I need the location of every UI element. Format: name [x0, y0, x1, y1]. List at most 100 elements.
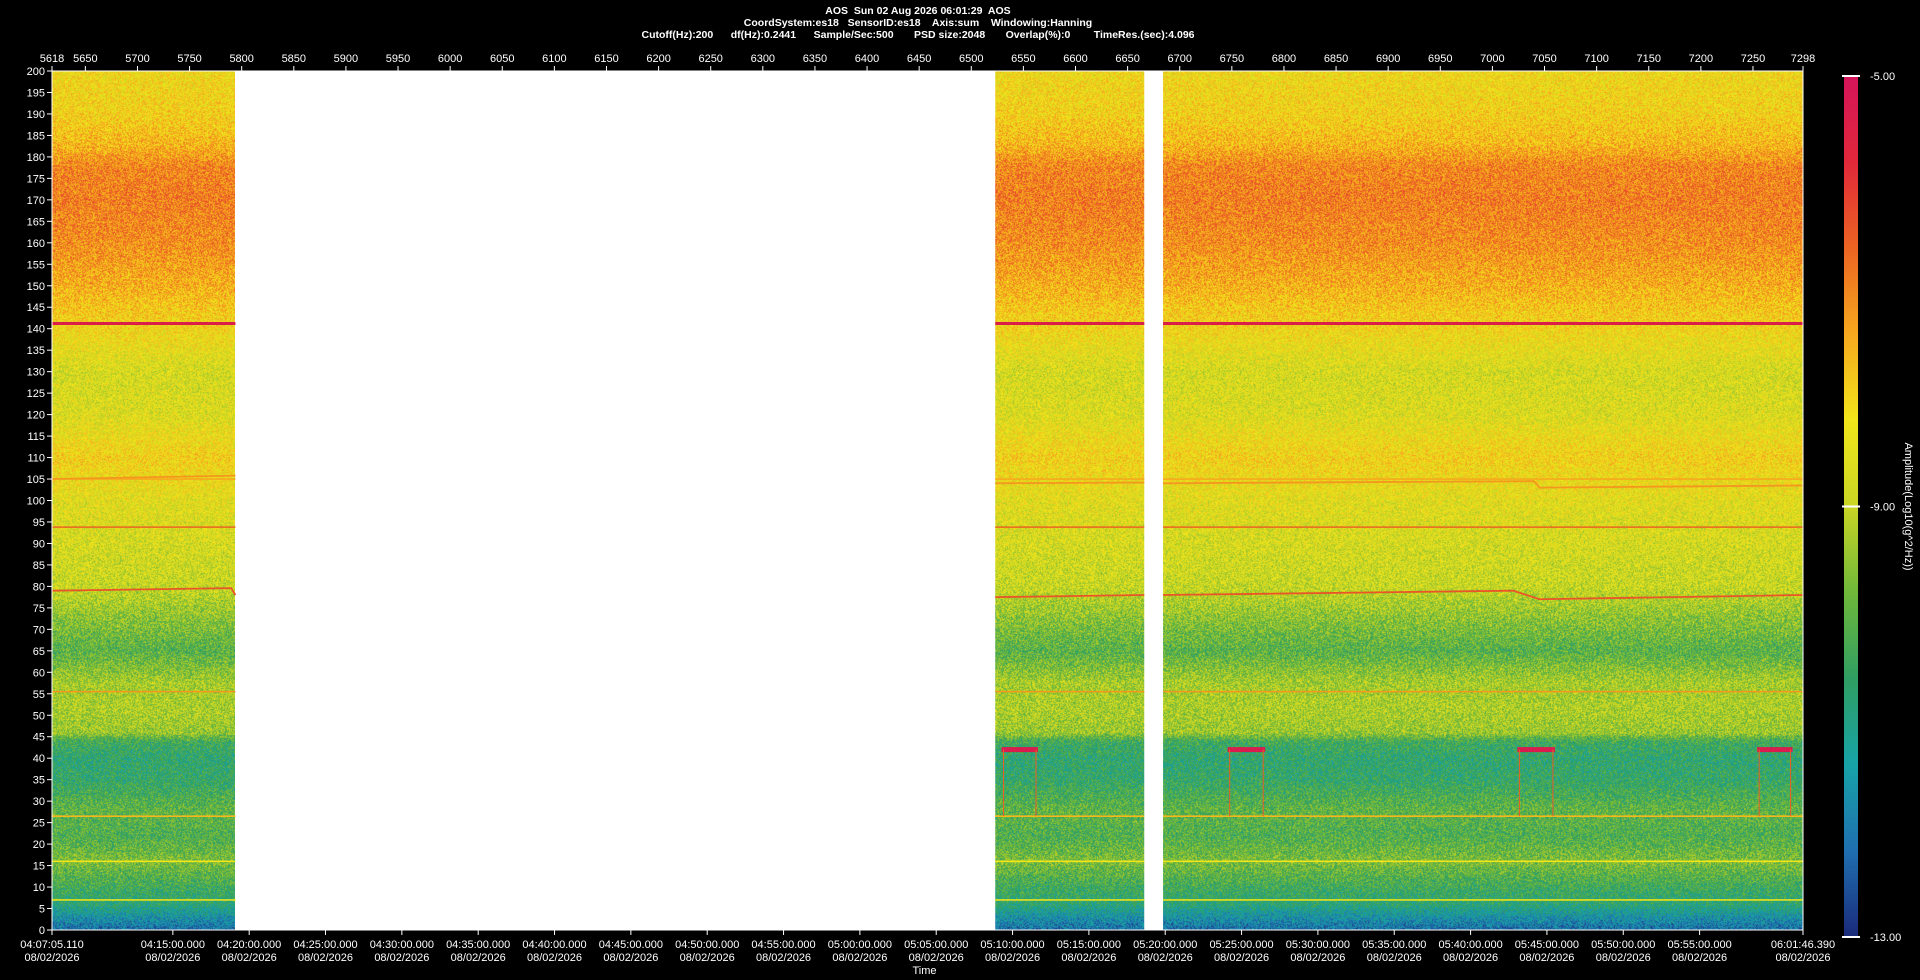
time-tick-date: 08/02/2026	[24, 952, 79, 964]
time-tick-date: 08/02/2026	[985, 952, 1040, 964]
top-tick-label: 5800	[229, 53, 253, 65]
top-tick-label: 5618	[40, 53, 64, 65]
time-tick-date: 08/02/2026	[680, 952, 735, 964]
y-tick-label: 105	[27, 474, 45, 486]
time-tick-label: 05:15:00.000	[1057, 939, 1121, 951]
colorbar-tick-label: -13.00	[1870, 932, 1901, 944]
top-tick-label: 6450	[907, 53, 931, 65]
time-tick-label: 04:55:00.000	[751, 939, 815, 951]
spectrogram-chart: 5618 5650 5700 5750 5800 5850 5900 5950 6000 6050…	[20, 53, 1914, 977]
time-tick-date: 08/02/2026	[1596, 952, 1651, 964]
y-tick-label: 65	[33, 646, 45, 658]
y-tick-label: 185	[27, 130, 45, 142]
x-axis-label: Time	[912, 965, 936, 977]
y-tick-label: 40	[33, 753, 45, 765]
y-tick-label: 120	[27, 410, 45, 422]
top-tick-label: 6250	[698, 53, 722, 65]
time-axis: 04:07:05.11008/02/202604:15:00.00008/02/…	[20, 930, 1835, 977]
time-tick-date: 08/02/2026	[832, 952, 887, 964]
top-tick-label: 6750	[1220, 53, 1244, 65]
y-tick-label: 145	[27, 302, 45, 314]
y-tick-label: 115	[27, 431, 45, 443]
y-axis: 0 5 10 15 20 25 30 35 40 45 50 55 60 65 70 75 80 85 90 95 10…	[27, 66, 52, 937]
time-tick-date: 08/02/2026	[451, 952, 506, 964]
time-tick-date: 08/02/2026	[1367, 952, 1422, 964]
top-tick-label: 6800	[1272, 53, 1296, 65]
burst-event	[1757, 747, 1793, 753]
y-tick-label: 150	[27, 281, 45, 293]
time-tick-date: 08/02/2026	[1061, 952, 1116, 964]
spectrogram-segment	[995, 71, 1145, 930]
y-tick-label: 55	[33, 689, 45, 701]
burst-event	[1517, 747, 1555, 753]
top-tick-label: 5650	[73, 53, 97, 65]
time-tick-date: 08/02/2026	[1519, 952, 1574, 964]
colorbar-tick-label: -9.00	[1870, 502, 1895, 514]
y-tick-label: 60	[33, 667, 45, 679]
time-tick-date: 08/02/2026	[527, 952, 582, 964]
top-tick-label: 7050	[1532, 53, 1556, 65]
time-tick-label: 05:55:00.000	[1667, 939, 1731, 951]
top-tick-label: 5950	[386, 53, 410, 65]
top-tick-label: 7200	[1689, 53, 1713, 65]
top-axis: 5618 5650 5700 5750 5800 5850 5900 5950 6000 6050…	[40, 53, 1815, 71]
time-tick-label: 05:00:00.000	[828, 939, 892, 951]
time-tick-label: 04:07:05.110	[20, 939, 83, 951]
time-tick-label: 05:20:00.000	[1133, 939, 1197, 951]
y-tick-label: 0	[39, 925, 45, 937]
time-tick-label: 04:20:00.000	[217, 939, 281, 951]
y-tick-label: 80	[33, 581, 45, 593]
time-tick-label: 04:35:00.000	[446, 939, 510, 951]
y-tick-label: 100	[27, 496, 45, 508]
spectrogram-segment	[1163, 71, 1804, 930]
time-tick-date: 08/02/2026	[603, 952, 658, 964]
top-tick-label: 6200	[646, 53, 670, 65]
top-tick-label: 6550	[1011, 53, 1035, 65]
y-tick-label: 175	[27, 173, 45, 185]
top-tick-label: 6900	[1376, 53, 1400, 65]
top-tick-label: 5750	[177, 53, 201, 65]
y-tick-label: 5	[39, 904, 45, 916]
y-tick-label: 10	[33, 882, 45, 894]
y-tick-label: 25	[33, 818, 45, 830]
time-tick-label: 05:05:00.000	[904, 939, 968, 951]
drifting-line	[995, 481, 1145, 485]
y-tick-label: 165	[27, 216, 45, 228]
y-tick-label: 15	[33, 861, 45, 873]
y-tick-label: 75	[33, 603, 45, 615]
top-tick-label: 6100	[542, 53, 566, 65]
time-tick-date: 08/02/2026	[756, 952, 811, 964]
y-tick-label: 170	[27, 195, 45, 207]
top-tick-label: 5900	[334, 53, 358, 65]
top-tick-label: 7150	[1637, 53, 1661, 65]
top-tick-label: 6300	[751, 53, 775, 65]
time-tick-date: 08/02/2026	[374, 952, 429, 964]
time-tick-label: 04:45:00.000	[599, 939, 663, 951]
y-tick-label: 90	[33, 538, 45, 550]
top-tick-label: 5850	[282, 53, 306, 65]
y-tick-label: 135	[27, 345, 45, 357]
burst-event	[1227, 747, 1266, 753]
top-tick-label: 6350	[803, 53, 827, 65]
time-tick-date: 08/02/2026	[1775, 952, 1830, 964]
time-tick-date: 08/02/2026	[1443, 952, 1498, 964]
top-tick-label: 7250	[1741, 53, 1765, 65]
y-tick-label: 85	[33, 560, 45, 572]
top-tick-label: 6400	[855, 53, 879, 65]
time-tick-date: 08/02/2026	[1214, 952, 1269, 964]
time-tick-label: 05:30:00.000	[1286, 939, 1350, 951]
y-tick-label: 110	[27, 453, 45, 465]
time-tick-label: 05:40:00.000	[1438, 939, 1502, 951]
burst-event	[1001, 747, 1038, 753]
y-tick-label: 45	[33, 732, 45, 744]
time-tick-date: 08/02/2026	[1290, 952, 1345, 964]
top-tick-label: 6000	[438, 53, 462, 65]
top-tick-label: 7000	[1480, 53, 1504, 65]
time-tick-date: 08/02/2026	[298, 952, 353, 964]
y-tick-label: 155	[27, 259, 45, 271]
colorbar-tick-label: -5.00	[1870, 71, 1895, 83]
time-tick-label: 04:30:00.000	[370, 939, 434, 951]
top-tick-label: 6600	[1063, 53, 1087, 65]
time-tick-label: 05:50:00.000	[1591, 939, 1655, 951]
y-tick-label: 20	[33, 839, 45, 851]
